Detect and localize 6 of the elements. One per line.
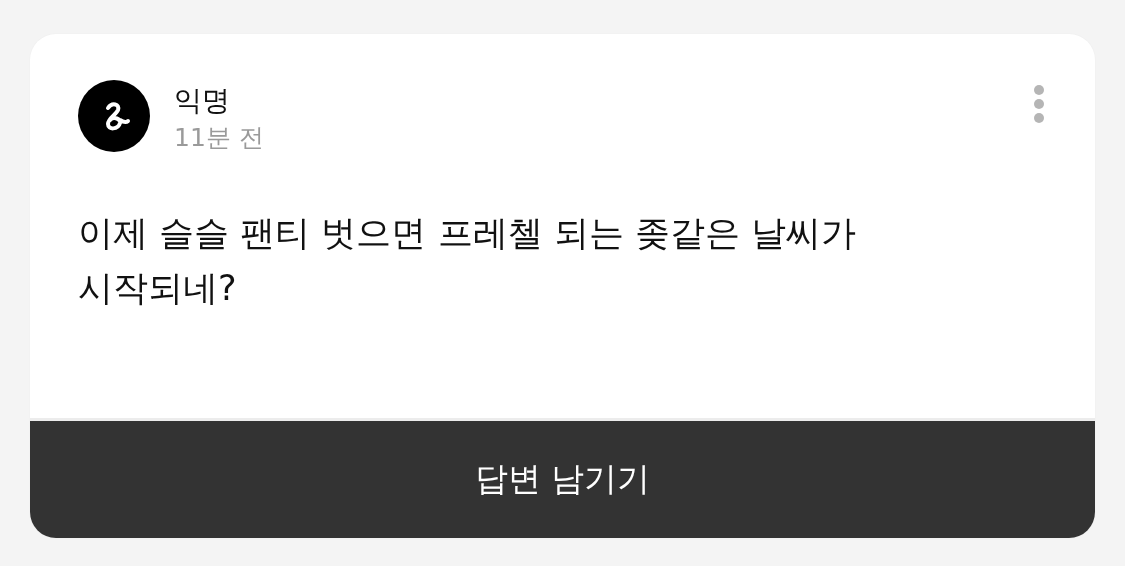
reply-button[interactable]: 답변 남기기 xyxy=(30,421,1095,538)
post-body: 이제 슬슬 팬티 벗으면 프레첼 되는 좆같은 날씨가 시작되네? xyxy=(78,212,857,310)
author-name: 익명 xyxy=(174,84,231,118)
post-time: 11분 전 xyxy=(174,122,265,154)
more-options-icon[interactable] xyxy=(1033,84,1045,124)
avatar-icon xyxy=(78,80,150,152)
